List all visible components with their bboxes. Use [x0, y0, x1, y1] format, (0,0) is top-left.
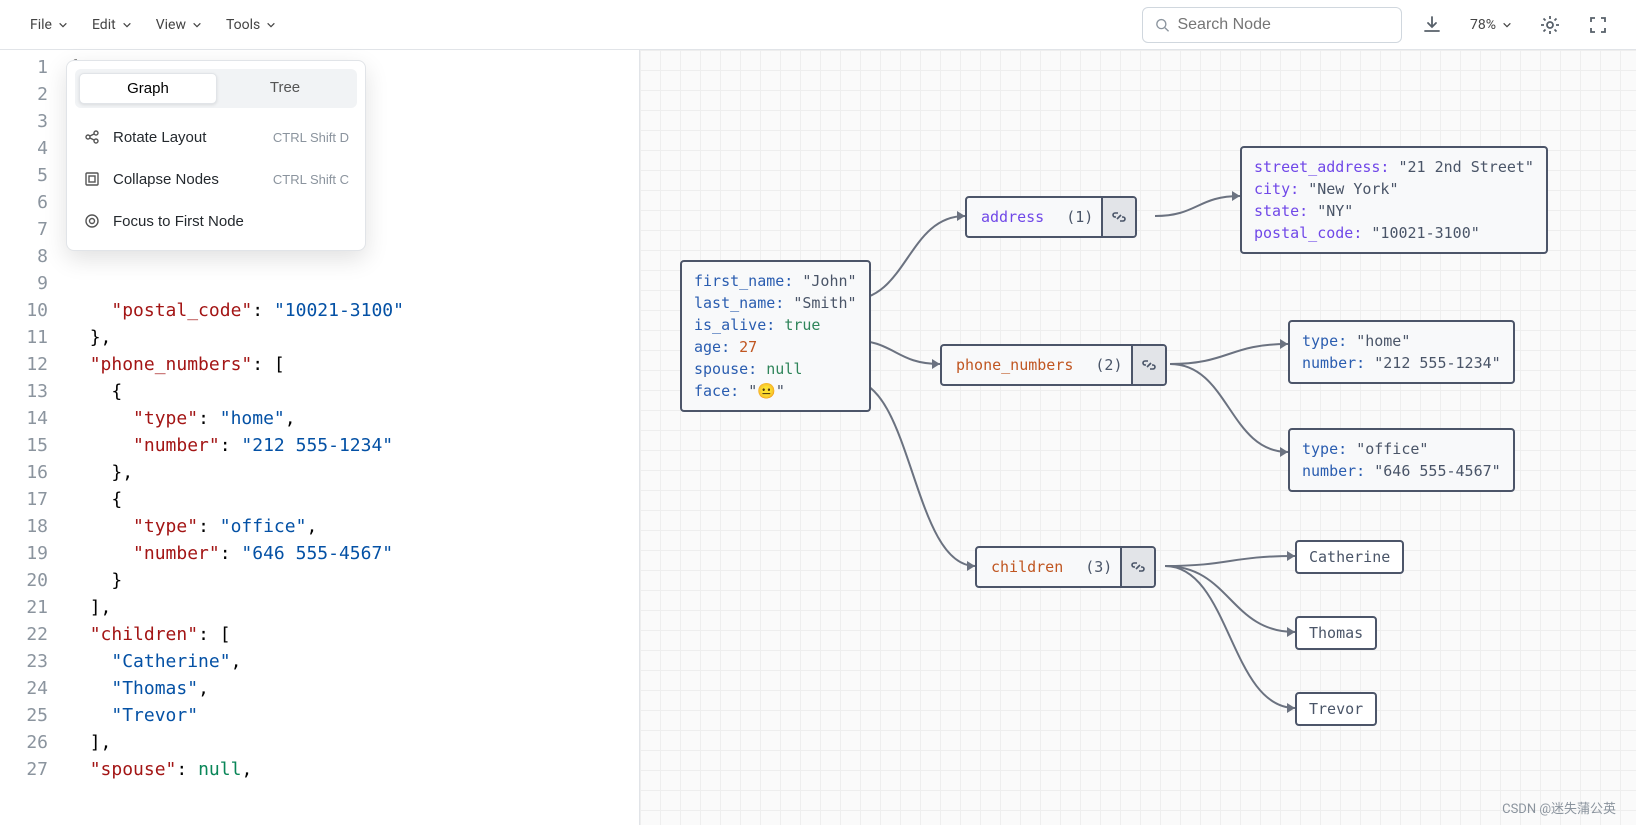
share-icon: [83, 128, 101, 146]
menu-edit[interactable]: Edit: [82, 11, 142, 39]
menu-view[interactable]: View: [146, 11, 212, 39]
seg-tree[interactable]: Tree: [217, 73, 353, 104]
fullscreen-icon: [1589, 16, 1607, 34]
dropdown-item-label: Focus to First Node: [113, 213, 337, 230]
dropdown-item-label: Collapse Nodes: [113, 171, 261, 188]
link-icon: [1101, 198, 1135, 236]
graph-leaf[interactable]: Trevor: [1295, 692, 1377, 726]
dropdown-item-rotate-layout[interactable]: Rotate Layout CTRL Shift D: [75, 116, 357, 158]
menu-tools[interactable]: Tools: [216, 11, 286, 39]
search-box[interactable]: [1142, 7, 1402, 43]
graph-leaf[interactable]: Thomas: [1295, 616, 1377, 650]
search-input[interactable]: [1177, 16, 1389, 34]
download-icon: [1422, 15, 1442, 35]
chevron-down-icon: [58, 20, 68, 30]
gear-icon: [1540, 15, 1560, 35]
menu-file[interactable]: File: [20, 11, 78, 39]
graph-node[interactable]: first_name: "John"last_name: "Smith"is_a…: [680, 260, 871, 412]
graph-leaf[interactable]: Catherine: [1295, 540, 1404, 574]
dropdown-item-shortcut: CTRL Shift C: [273, 172, 349, 187]
chevron-down-icon: [192, 20, 202, 30]
graph-node[interactable]: street_address: "21 2nd Street"city: "Ne…: [1240, 146, 1548, 254]
dropdown-item-shortcut: CTRL Shift D: [273, 130, 349, 145]
view-mode-segmented: Graph Tree: [75, 69, 357, 108]
search-icon: [1155, 17, 1169, 33]
graph-node[interactable]: type: "office"number: "646 555-4567": [1288, 428, 1515, 492]
watermark: CSDN @迷失蒲公英: [1502, 798, 1616, 817]
chevron-down-icon: [122, 20, 132, 30]
seg-graph[interactable]: Graph: [79, 73, 217, 104]
collapse-icon: [83, 170, 101, 188]
toolbar: File Edit View Tools 78%: [0, 0, 1636, 50]
target-icon: [83, 212, 101, 230]
link-icon: [1131, 346, 1165, 384]
line-gutter: 1234567891011121314151617181920212223242…: [0, 50, 60, 825]
download-button[interactable]: [1414, 7, 1450, 43]
graph-link-address[interactable]: address(1): [965, 196, 1137, 238]
graph-pane[interactable]: CSDN @迷失蒲公英 first_name: "John"last_name:…: [640, 50, 1636, 825]
graph-node[interactable]: type: "home"number: "212 555-1234": [1288, 320, 1515, 384]
fullscreen-button[interactable]: [1580, 7, 1616, 43]
link-icon: [1120, 548, 1154, 586]
chevron-down-icon: [1502, 20, 1512, 30]
dropdown-item-focus-to-first-node[interactable]: Focus to First Node: [75, 200, 357, 242]
graph-link-phone_numbers[interactable]: phone_numbers(2): [940, 344, 1167, 386]
graph-link-children[interactable]: children(3): [975, 546, 1156, 588]
chevron-down-icon: [266, 20, 276, 30]
dropdown-item-collapse-nodes[interactable]: Collapse Nodes CTRL Shift C: [75, 158, 357, 200]
view-dropdown: Graph Tree Rotate Layout CTRL Shift D Coll…: [66, 60, 366, 251]
zoom-indicator[interactable]: 78%: [1462, 11, 1520, 39]
dropdown-item-label: Rotate Layout: [113, 129, 261, 146]
settings-button[interactable]: [1532, 7, 1568, 43]
